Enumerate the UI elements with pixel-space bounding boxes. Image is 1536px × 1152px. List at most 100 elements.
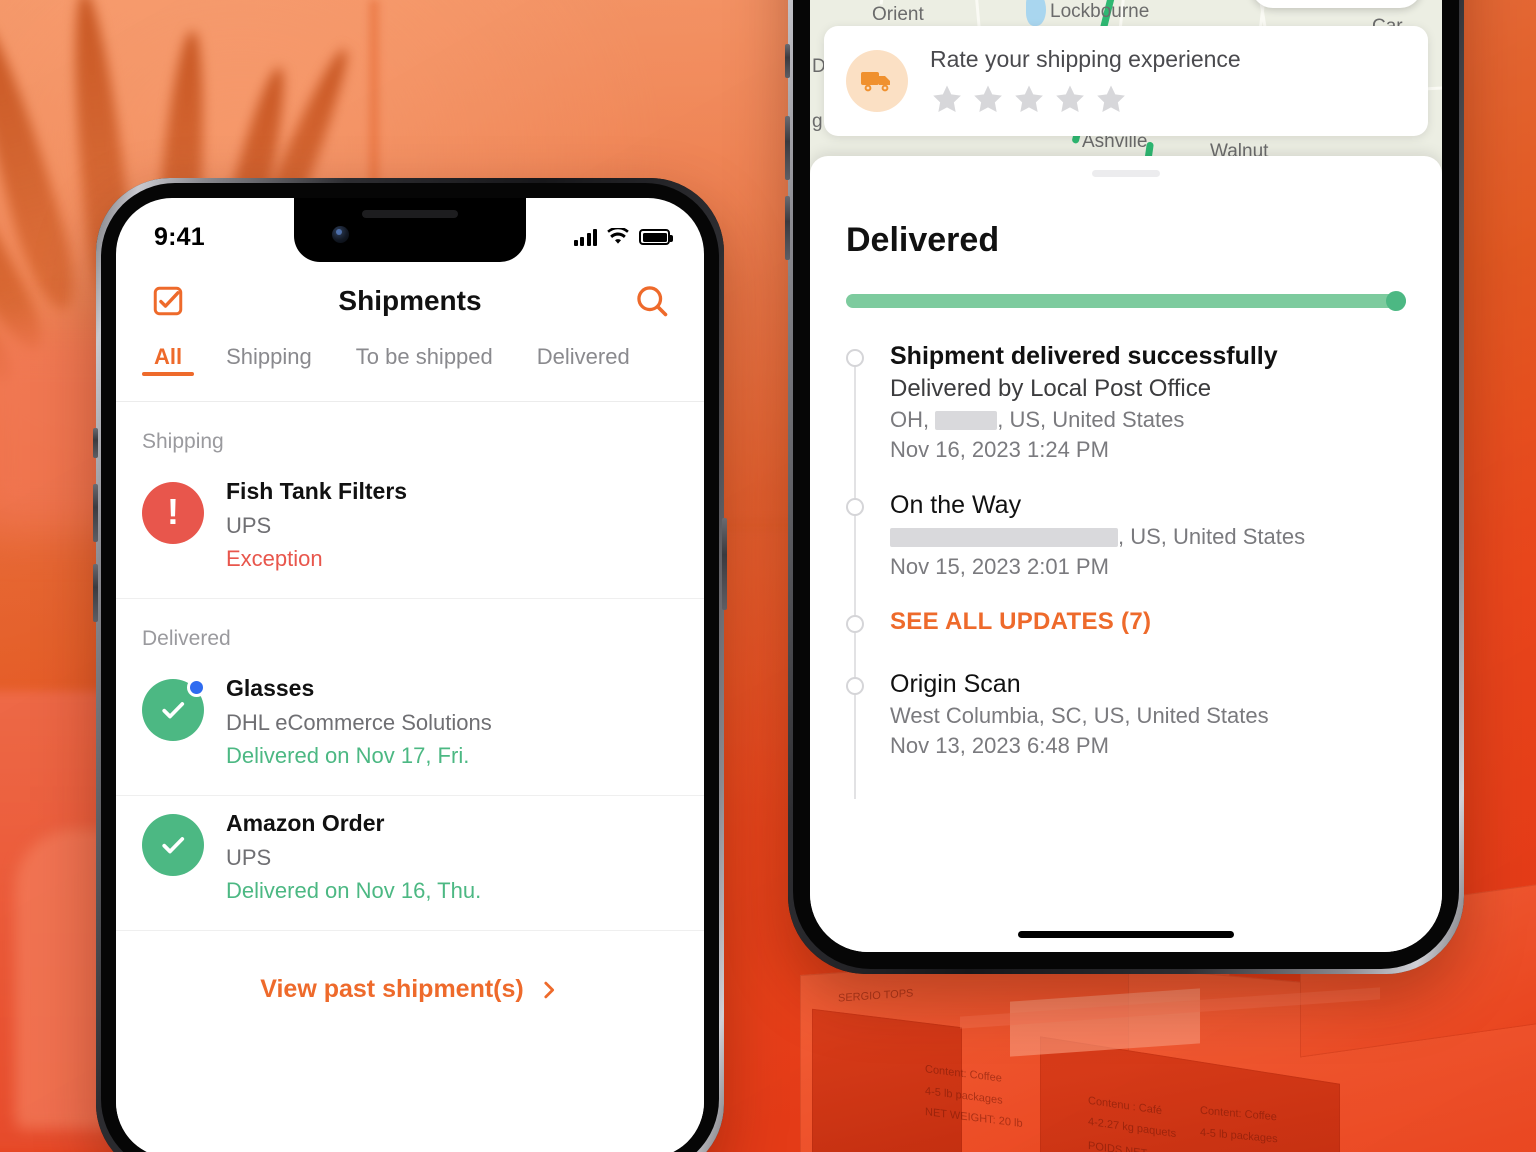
earpiece-speaker bbox=[362, 210, 458, 218]
home-indicator[interactable] bbox=[1018, 931, 1234, 938]
timeline-node-icon bbox=[846, 498, 864, 516]
status-indicators bbox=[573, 228, 673, 246]
timeline-location: OH, , US, United States bbox=[890, 407, 1406, 433]
tracking-timeline: Shipment delivered successfully Delivere… bbox=[846, 342, 1406, 799]
timeline-location-prefix: West Columbia, SC, US, United States bbox=[890, 703, 1269, 728]
star-rating[interactable] bbox=[930, 83, 1241, 116]
delivery-truck-icon bbox=[846, 50, 908, 112]
exclamation-glyph: ! bbox=[167, 491, 179, 532]
volume-down-button[interactable] bbox=[93, 564, 98, 622]
signal-bars-icon bbox=[573, 228, 597, 246]
map-place-label: Lockbourne bbox=[1050, 1, 1150, 22]
shipment-row[interactable]: Glasses DHL eCommerce Solutions Delivere… bbox=[116, 661, 704, 796]
search-icon[interactable] bbox=[630, 279, 674, 323]
redacted-location bbox=[890, 527, 1118, 547]
shipment-row-body: Fish Tank Filters UPS Exception bbox=[226, 478, 678, 572]
shipments-list: Shipping ! Fish Tank Filters UPS Excepti… bbox=[116, 402, 704, 1152]
timeline-title: Shipment delivered successfully bbox=[890, 342, 1278, 370]
timeline-location-suffix: , US, United States bbox=[1118, 524, 1306, 549]
wifi-icon bbox=[607, 228, 629, 244]
timeline-location: West Columbia, SC, US, United States bbox=[890, 703, 1406, 729]
volume-up-button[interactable] bbox=[785, 116, 790, 180]
tab-delivered[interactable]: Delivered bbox=[515, 340, 652, 370]
star-icon[interactable] bbox=[1053, 83, 1087, 116]
delivery-progress-bar bbox=[846, 291, 1406, 311]
timeline-node-icon bbox=[846, 349, 864, 367]
star-icon[interactable] bbox=[971, 83, 1005, 116]
progress-knob bbox=[1386, 291, 1406, 311]
timeline-timestamp: Nov 13, 2023 6:48 PM bbox=[890, 733, 1109, 758]
timeline-node-icon bbox=[846, 677, 864, 695]
timeline-location-prefix: OH, bbox=[890, 407, 930, 432]
screen-shipments-list: 9:41 Shipments All Shipping To be shippe… bbox=[116, 198, 704, 1152]
phone-device-right: ? Feedback VillageGallowayGrove CityObet… bbox=[785, 0, 1464, 974]
tab-shipping[interactable]: Shipping bbox=[204, 340, 334, 370]
timeline-node-icon bbox=[846, 615, 864, 633]
redacted-location bbox=[935, 410, 998, 430]
shipment-status: Exception bbox=[226, 546, 323, 571]
filter-tabs[interactable]: All Shipping To be shipped Delivered bbox=[116, 340, 704, 402]
timeline-title: On the Way bbox=[890, 491, 1022, 519]
view-past-shipments-link[interactable]: View past shipment(s) bbox=[116, 931, 704, 1004]
shipment-row[interactable]: Amazon Order UPS Delivered on Nov 16, Th… bbox=[116, 796, 704, 931]
see-all-updates-link[interactable]: SEE ALL UPDATES (7) bbox=[890, 608, 1406, 636]
check-icon bbox=[142, 814, 204, 876]
navigation-bar: Shipments bbox=[116, 262, 704, 340]
sheet-drag-handle[interactable] bbox=[1092, 170, 1160, 177]
shipment-row[interactable]: ! Fish Tank Filters UPS Exception bbox=[116, 464, 704, 599]
shipment-row-body: Amazon Order UPS Delivered on Nov 16, Th… bbox=[226, 810, 678, 904]
star-icon[interactable] bbox=[1012, 83, 1046, 116]
power-button[interactable] bbox=[722, 518, 727, 610]
unread-dot-icon bbox=[187, 678, 206, 697]
rate-shipping-card[interactable]: Rate your shipping experience bbox=[824, 26, 1428, 136]
timeline-item[interactable]: On the Way , US, United States Nov 15, 2… bbox=[846, 491, 1406, 580]
mute-switch[interactable] bbox=[785, 44, 790, 78]
volume-down-button[interactable] bbox=[785, 196, 790, 260]
timeline-item-see-all[interactable]: SEE ALL UPDATES (7) bbox=[846, 608, 1406, 636]
shipment-title: Amazon Order bbox=[226, 810, 385, 836]
device-notch bbox=[294, 198, 526, 262]
map-place-label: g bbox=[812, 111, 823, 132]
battery-full-icon bbox=[639, 229, 673, 245]
map-feedback-button[interactable]: ? Feedback bbox=[1250, 0, 1422, 8]
star-icon[interactable] bbox=[1094, 83, 1128, 116]
timeline-title: Origin Scan bbox=[890, 670, 1021, 698]
chevron-right-icon bbox=[544, 981, 554, 998]
shipment-status: Delivered on Nov 17, Fri. bbox=[226, 743, 470, 768]
timeline-subtitle: Delivered by Local Post Office bbox=[890, 375, 1212, 402]
shipment-title: Fish Tank Filters bbox=[226, 478, 408, 504]
group-header-delivered: Delivered bbox=[142, 627, 231, 650]
timeline-item[interactable]: Shipment delivered successfully Delivere… bbox=[846, 342, 1406, 463]
timeline-location: , US, United States bbox=[890, 524, 1406, 550]
front-camera-icon bbox=[332, 226, 349, 243]
mute-switch[interactable] bbox=[93, 428, 98, 458]
timeline-location-suffix: , US, United States bbox=[997, 407, 1185, 432]
timeline-timestamp: Nov 16, 2023 1:24 PM bbox=[890, 437, 1109, 462]
shipment-carrier: DHL eCommerce Solutions bbox=[226, 710, 492, 735]
shipment-row-body: Glasses DHL eCommerce Solutions Delivere… bbox=[226, 675, 678, 769]
check-icon bbox=[142, 678, 206, 741]
star-icon[interactable] bbox=[930, 83, 964, 116]
tab-all[interactable]: All bbox=[132, 340, 204, 370]
page-title: Shipments bbox=[338, 285, 482, 316]
timeline-item[interactable]: Origin Scan West Columbia, SC, US, Unite… bbox=[846, 670, 1406, 759]
shipment-carrier: UPS bbox=[226, 513, 272, 538]
timeline-timestamp: Nov 15, 2023 2:01 PM bbox=[890, 554, 1109, 579]
timeline-connector bbox=[854, 354, 856, 799]
exclamation-icon: ! bbox=[142, 482, 204, 544]
volume-up-button[interactable] bbox=[93, 484, 98, 542]
map-place-label: Orient bbox=[872, 4, 924, 25]
checklist-icon[interactable] bbox=[146, 279, 190, 323]
group-header-shipping: Shipping bbox=[142, 430, 224, 453]
shipment-status-title: Delivered bbox=[846, 221, 1000, 259]
shipment-title: Glasses bbox=[226, 675, 315, 701]
tab-to-be-shipped[interactable]: To be shipped bbox=[334, 340, 515, 370]
phone-device-left: 9:41 Shipments All Shipping To be shippe… bbox=[93, 178, 727, 1152]
view-past-shipments-label: View past shipment(s) bbox=[260, 975, 524, 1003]
shipment-detail-sheet: Delivered Shipment delivered successfull… bbox=[810, 156, 1442, 952]
map-water bbox=[1026, 0, 1046, 26]
rate-card-title: Rate your shipping experience bbox=[930, 46, 1241, 72]
shipment-carrier: UPS bbox=[226, 845, 272, 870]
screen-shipment-detail: ? Feedback VillageGallowayGrove CityObet… bbox=[810, 0, 1442, 952]
shipment-status: Delivered on Nov 16, Thu. bbox=[226, 878, 482, 903]
